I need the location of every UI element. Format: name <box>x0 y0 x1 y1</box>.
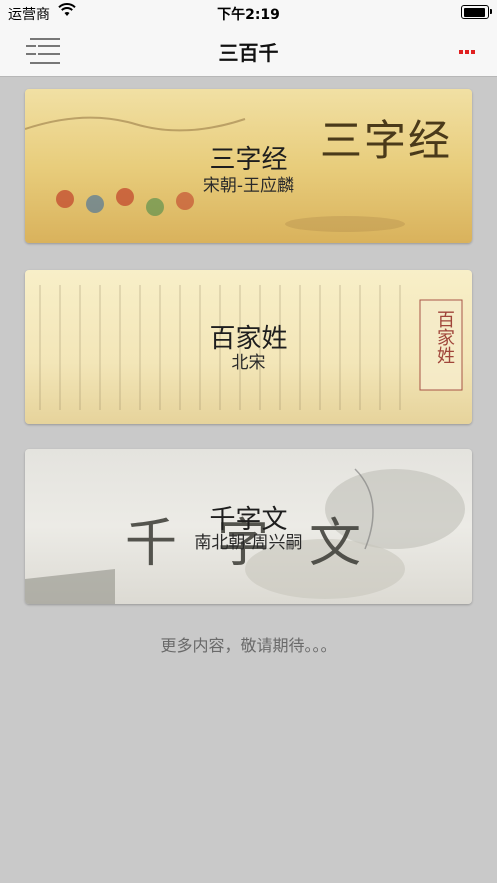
card-subtitle: 宋朝-王应麟 <box>202 176 295 196</box>
status-bar: 运营商 下午2:19 <box>0 0 497 26</box>
card-sanzijing[interactable]: 三字经 三字经 宋朝-王应麟 <box>25 89 472 243</box>
more-content-note: 更多内容，敬请期待。。。 <box>160 636 337 655</box>
card-subtitle: 南北朝-周兴嗣 <box>194 533 303 553</box>
card-qianziwen[interactable]: 千字文 千字文 南北朝-周兴嗣 <box>25 449 472 604</box>
card-baijiaxing[interactable]: 百家姓 百家姓 北宋 <box>25 270 472 424</box>
status-time: 下午2:19 <box>217 7 280 23</box>
battery-icon <box>461 5 492 19</box>
nav-bar: 三百千 <box>0 26 497 77</box>
page-title: 三百千 <box>218 41 279 65</box>
card-subtitle: 北宋 <box>231 353 266 373</box>
more-icon[interactable] <box>459 48 477 56</box>
